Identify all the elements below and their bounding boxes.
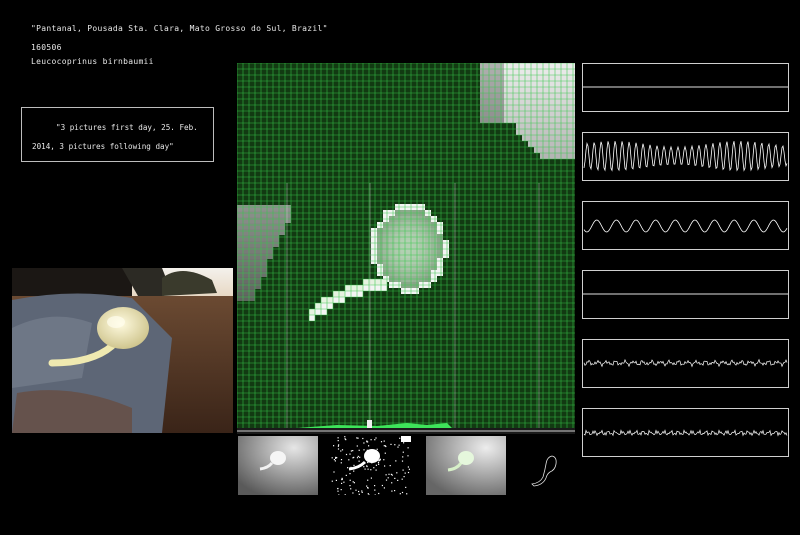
analysis-grid: [236, 62, 576, 434]
signal-wave: [582, 201, 789, 250]
signal-noise-1: [582, 339, 789, 388]
note-text: "3 pictures first day, 25. Feb. 2014, 3 …: [32, 123, 198, 151]
thumb-grayscale: [238, 436, 318, 495]
species-name: Leucocoprinus birnbaumii: [31, 57, 154, 66]
signal-noise-2: [582, 408, 789, 457]
thumb-binary: [331, 436, 411, 495]
note-box: "3 pictures first day, 25. Feb. 2014, 3 …: [21, 107, 214, 162]
thumb-grayscale-2: [426, 436, 506, 495]
specimen-id: 160506: [31, 43, 62, 52]
thumb-outline: [520, 436, 600, 495]
location-text: "Pantanal, Pousada Sta. Clara, Mato Gros…: [31, 24, 328, 33]
signal-flat-1: [582, 63, 789, 112]
specimen-photo: [12, 268, 233, 433]
signal-dense-oscillation: [582, 132, 789, 181]
signal-flat-2: [582, 270, 789, 319]
